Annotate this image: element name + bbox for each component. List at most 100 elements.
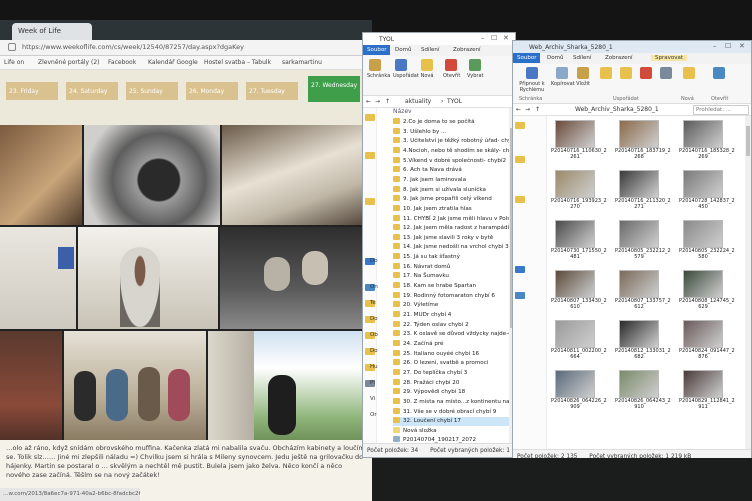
minimize-icon[interactable]: –	[481, 34, 485, 42]
tab-zobrazeni[interactable]: Zobrazení	[453, 47, 481, 53]
photo-thumbnail[interactable]: P20140807_133430_2 610	[551, 268, 607, 316]
folder-row[interactable]: 3. Učitelství je těžký robotný úřad- chy…	[393, 137, 515, 146]
up-icon[interactable]: ↑	[535, 106, 540, 113]
tab-soubor[interactable]: Soubor	[513, 53, 541, 63]
folder-row[interactable]: 20. Výletíme	[393, 301, 515, 310]
forward-icon[interactable]: →	[375, 98, 380, 105]
column-header-name[interactable]: Název	[393, 108, 412, 115]
nav-label[interactable]: Do	[370, 316, 378, 322]
nav-label[interactable]: Te	[370, 300, 376, 306]
scrollbar-thumb[interactable]	[746, 126, 750, 156]
delete-button[interactable]	[637, 67, 655, 97]
photo-thumbnail[interactable]: P20140728_142837_2 450	[679, 168, 735, 216]
folder-row[interactable]: 24. Začíná pré	[393, 339, 515, 349]
move-to-button[interactable]	[597, 67, 615, 97]
day-tab[interactable]: 26. Monday	[186, 82, 238, 100]
photo-selfie[interactable]	[220, 227, 372, 329]
properties-button[interactable]	[709, 67, 729, 97]
folder-row[interactable]: 14. Jak jsme nedošli na vrchol chybí 3	[393, 243, 515, 252]
scrollbar[interactable]	[745, 116, 751, 449]
folder-row[interactable]: 23. K oslavě se důvod vždycky najde-4	[393, 330, 515, 339]
photo-thumbnail[interactable]: P20140716_110630_2 261	[551, 118, 607, 166]
photo-kettle[interactable]	[84, 125, 220, 225]
photo-group[interactable]	[64, 331, 206, 455]
photo-thumbnail[interactable]: P20140716_193923_2 270	[551, 168, 607, 216]
breadcrumb-item[interactable]: Web_Archiv_Sharka_5280_1	[575, 106, 659, 113]
nav-label[interactable]: Hu	[370, 364, 378, 370]
photo-thumbnail[interactable]: P20140824_091447_2 876	[679, 318, 735, 366]
bookmark-item[interactable]: sarkamartinu	[282, 59, 322, 66]
photo-room[interactable]	[0, 227, 76, 329]
folder-row[interactable]: 31. Vše se v dobré obrací chybí 9	[393, 407, 515, 417]
folder-row[interactable]: 26. O lezení, svatbě a promoci	[393, 359, 515, 368]
tab-soubor[interactable]: Soubor	[363, 45, 391, 55]
folder-row[interactable]: 30. Z místa na místo...z kontinentu na k…	[393, 397, 515, 407]
photo-woman[interactable]	[78, 227, 218, 329]
bookmark-item[interactable]: Life on	[4, 59, 24, 66]
close-icon[interactable]: ✕	[503, 34, 509, 42]
pin-button[interactable]: Připnout k Rychlému	[515, 67, 549, 97]
photo-thumbnail[interactable]: P20140829_112841_2 911	[679, 368, 735, 416]
photo-thumbnail[interactable]: P20140826_064226_2 909	[551, 368, 607, 416]
forward-icon[interactable]: →	[525, 106, 530, 113]
breadcrumb-item[interactable]: TYOL	[447, 98, 462, 105]
photo-thumbnail[interactable]: P20140716_183719_2 268	[615, 118, 671, 166]
folder-row[interactable]: 25. Italiano ouyéé chybí 16	[393, 349, 515, 359]
folder-row[interactable]: 5.Víkend v dobré společnosti- chybí2	[393, 156, 515, 166]
bookmark-item[interactable]: Kalendář Google	[148, 59, 198, 66]
folder-icon[interactable]	[365, 152, 375, 159]
folder-row[interactable]: 28. Pražáci chybí 20	[393, 378, 515, 388]
this-pc-icon[interactable]	[515, 292, 525, 299]
search-input[interactable]: Prohledat: ...	[693, 105, 749, 115]
folder-row[interactable]: 27. Do teplíčka chybí 3	[393, 368, 515, 378]
new-folder-button[interactable]	[679, 67, 699, 97]
open-button[interactable]: Otevřít	[443, 59, 460, 89]
photo-thumbnail[interactable]: P20140730_171550_2 481	[551, 218, 607, 266]
minimize-icon[interactable]: –	[713, 42, 717, 50]
folder-row[interactable]: 19. Rodinný fotomaraton chybí 6	[393, 291, 515, 301]
photo-table[interactable]	[0, 331, 62, 455]
rename-button[interactable]	[657, 67, 675, 97]
maximize-icon[interactable]: ☐	[725, 42, 731, 50]
day-tab[interactable]: 24. Saturday	[66, 82, 118, 100]
folder-row[interactable]: 21. MUDr chybí 4	[393, 311, 515, 320]
folder-row[interactable]: 12. Jak jsem měla radost z harampádí-2	[393, 224, 515, 233]
select-button[interactable]: Vybrat	[467, 59, 484, 89]
browser-tab[interactable]: Week of Life	[12, 23, 92, 40]
tab-domu[interactable]: Domů	[395, 47, 411, 53]
quick-access-icon[interactable]	[515, 122, 525, 129]
onedrive-icon[interactable]	[515, 266, 525, 273]
up-icon[interactable]: ↑	[385, 98, 390, 105]
copy-to-button[interactable]	[617, 67, 635, 97]
folder-row[interactable]: 10. Jak jsem ztratila hlas	[393, 204, 515, 214]
folder-row[interactable]: 3. Ušlehlo by ...	[393, 127, 515, 137]
tab-spravovat[interactable]: Spravovat	[651, 55, 688, 61]
folder-row[interactable]: 15. Já su tak šťastný	[393, 253, 515, 262]
day-tab[interactable]: 23. Friday	[6, 82, 58, 100]
folder-row[interactable]: 7. Jak jsem laminovala	[393, 175, 515, 185]
clipboard-button[interactable]: Schránka	[367, 59, 390, 89]
close-icon[interactable]: ✕	[739, 42, 745, 50]
breadcrumb-item[interactable]: aktuality	[405, 98, 431, 105]
tab-sdileni[interactable]: Sdílení	[421, 47, 439, 53]
photo-card[interactable]	[222, 125, 372, 225]
organize-button[interactable]: Uspořádat	[393, 59, 419, 89]
folder-row[interactable]: 13. Jak jsme slavili 3 roky v bytě	[393, 233, 515, 243]
new-button[interactable]: Nová	[419, 59, 435, 89]
nav-label[interactable]: Do	[370, 258, 378, 264]
folder-row[interactable]: 8. Jak jsem si užívala sluníčka	[393, 185, 515, 195]
bookmark-item[interactable]: Zlevněné portály (2)	[38, 59, 100, 66]
folder-row[interactable]: 4.Nocioh, nebo tě shodím se skály- chybí…	[393, 146, 515, 156]
copy-button[interactable]: Kopírovat	[551, 67, 575, 97]
paste-button[interactable]: Vložit	[575, 67, 591, 97]
folder-row[interactable]: 11. CHYBÍ 2 Jak jsme měli hlavu v Polsku…	[393, 214, 515, 224]
maximize-icon[interactable]: ☐	[491, 34, 497, 42]
folder-icon[interactable]	[365, 198, 375, 205]
day-tab[interactable]: 25. Sunday	[126, 82, 178, 100]
photo-thumbnail[interactable]: P20140811_002200_2 664	[551, 318, 607, 366]
photo-thumbnail[interactable]: P20140805_232224_2 580	[679, 218, 735, 266]
folder-row[interactable]: 16. Návrat domů	[393, 262, 515, 272]
photo-muffin[interactable]	[0, 125, 82, 225]
folder-row[interactable]: 2.Co je doma to se počítá	[393, 118, 515, 127]
photo-thumbnail[interactable]: P20140716_211320_2 271	[615, 168, 671, 216]
